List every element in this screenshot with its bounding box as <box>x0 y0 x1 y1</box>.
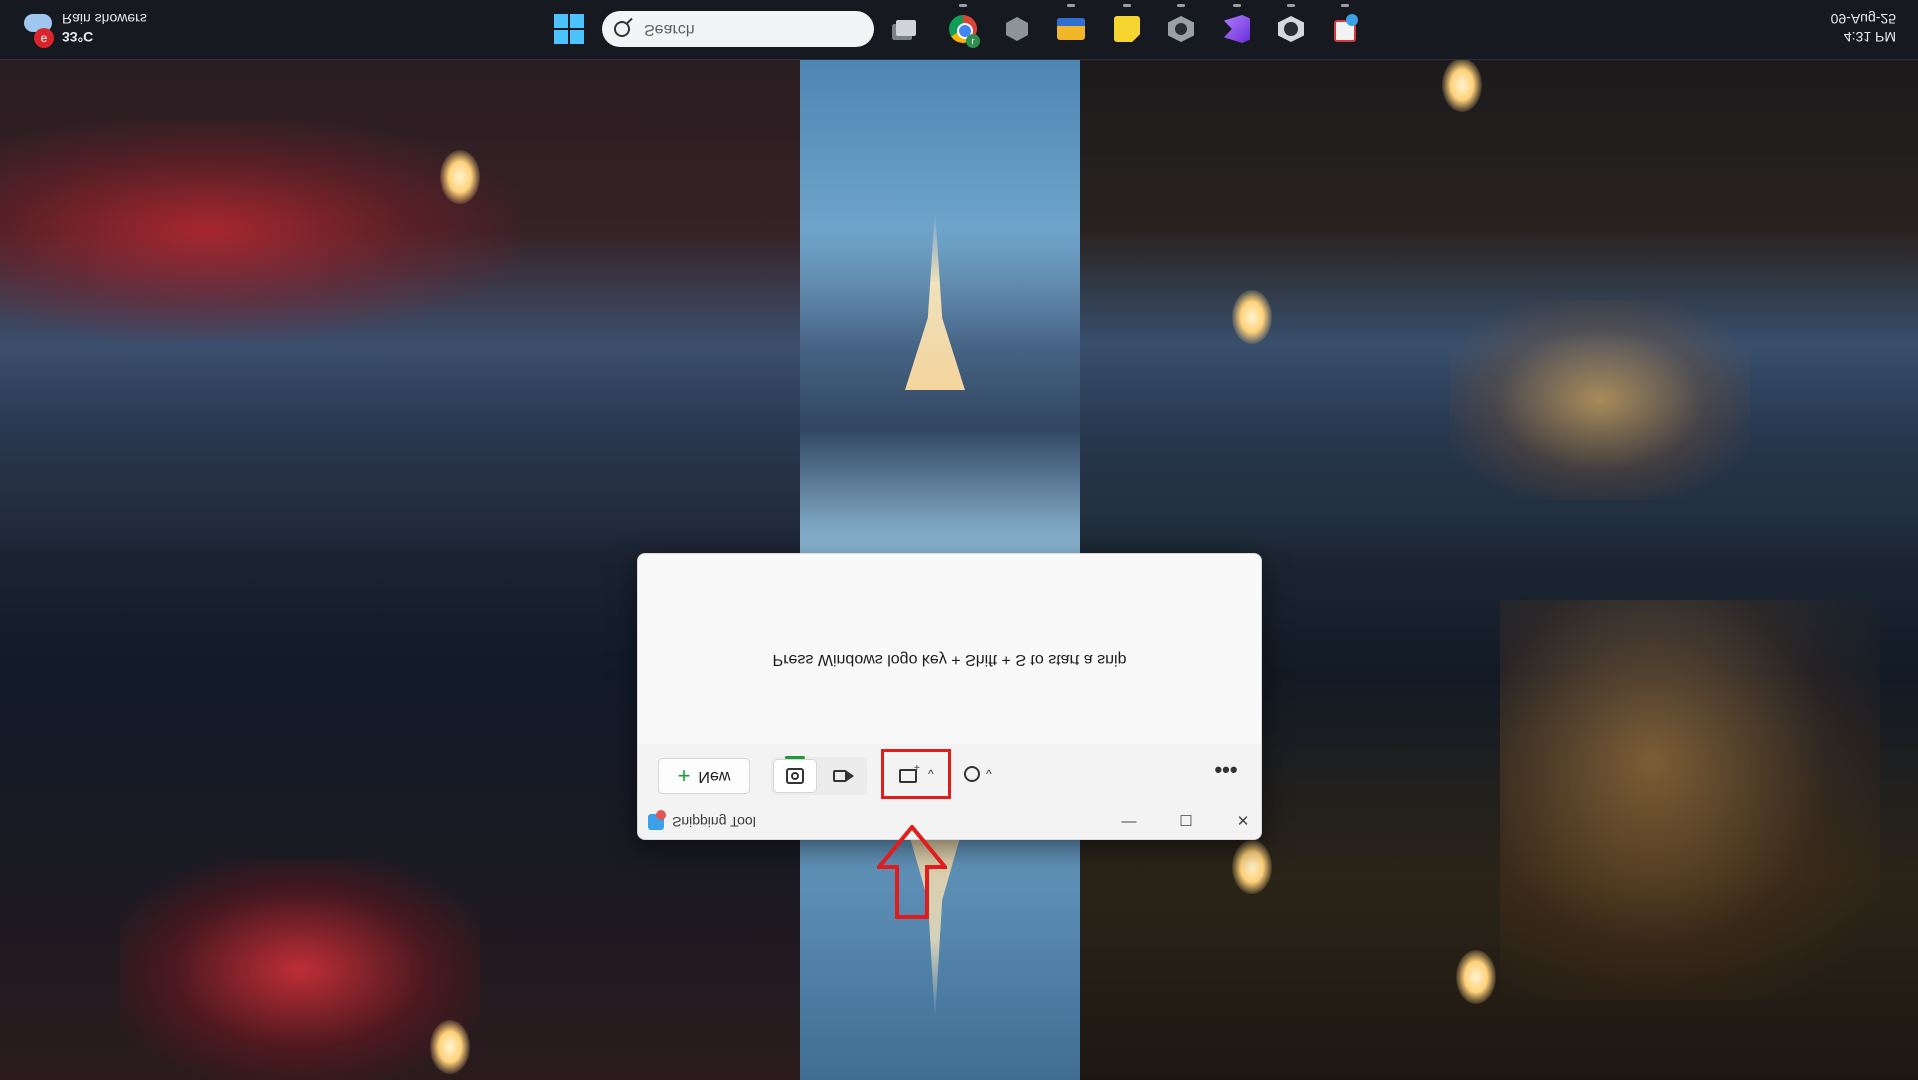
system-clock[interactable]: 09-Aug-25 4:31 PM <box>1831 10 1896 46</box>
new-snip-label: New <box>698 768 731 785</box>
visual-studio-taskbar-button[interactable] <box>1220 4 1254 46</box>
search-placeholder: Search <box>644 21 695 38</box>
street-lamp <box>430 1020 470 1074</box>
start-button[interactable] <box>554 14 584 44</box>
chevron-up-icon: ^ <box>986 767 992 781</box>
capture-mode-toggle <box>771 756 867 795</box>
file-explorer-taskbar-button[interactable] <box>1054 4 1088 46</box>
more-options-button[interactable]: ••• <box>1209 757 1243 791</box>
weather-temperature: 33°C <box>62 29 94 45</box>
snip-title-bar[interactable]: Snipping Tool — ☐ ✕ <box>638 804 1261 839</box>
sparkle-icon: + <box>914 763 920 774</box>
windows-logo-icon <box>554 14 568 28</box>
new-snip-button[interactable]: + New <box>658 758 750 794</box>
taskbar: e Rain showers 33°C Search r 09-Aug-25 4… <box>0 0 1918 60</box>
search-icon <box>614 21 630 37</box>
street-lamp <box>1232 290 1272 344</box>
weather-condition: Rain showers <box>62 11 147 27</box>
snipping-tool-taskbar-button[interactable] <box>1328 4 1362 46</box>
record-mode-button[interactable] <box>823 759 865 793</box>
close-button[interactable]: ✕ <box>1220 808 1261 836</box>
plus-icon: + <box>677 763 691 788</box>
desktop-wallpaper <box>0 0 1918 1080</box>
wallpaper-warm-light-lower <box>1500 600 1880 1000</box>
snipping-tool-app-icon <box>648 810 666 830</box>
snip-shape-dropdown[interactable]: + ^ <box>881 749 951 799</box>
clock-date: 09-Aug-25 <box>1830 11 1896 27</box>
snip-toolbar: + New + ^ ^ ••• <box>638 744 1261 804</box>
street-lamp <box>1456 950 1496 1004</box>
timer-icon <box>964 766 980 782</box>
hex-app-taskbar-button[interactable] <box>1164 4 1198 46</box>
wallpaper-red-glow-lower <box>120 860 480 1080</box>
annotation-arrow <box>877 825 947 919</box>
video-camera-icon <box>833 770 847 782</box>
snip-hint-text: Press Windows logo key + Shift + S to st… <box>772 651 1127 668</box>
wallpaper-red-glow <box>0 120 520 340</box>
chevron-up-icon: ^ <box>928 767 934 781</box>
weather-widget[interactable]: e Rain showers 33°C <box>22 10 147 48</box>
sticky-notes-icon <box>1114 16 1140 42</box>
settings-taskbar-button[interactable] <box>1274 4 1308 46</box>
minimize-button[interactable]: — <box>1106 808 1152 836</box>
snip-delay-dropdown[interactable]: ^ <box>958 757 1006 791</box>
cube-icon <box>1006 17 1028 41</box>
wallpaper-warm-light <box>1450 300 1750 500</box>
street-lamp <box>440 150 480 204</box>
chrome-taskbar-button[interactable]: r <box>946 4 980 48</box>
street-lamp <box>1442 58 1482 112</box>
cube-app-taskbar-button[interactable] <box>1000 12 1034 46</box>
weather-badge: e <box>34 28 54 48</box>
snipping-tool-window: Press Windows logo key + Shift + S to st… <box>637 553 1262 840</box>
visual-studio-icon <box>1224 15 1250 43</box>
maximize-button[interactable]: ☐ <box>1163 808 1209 836</box>
clock-time: 4:31 PM <box>1843 29 1896 45</box>
task-view-button[interactable] <box>890 12 924 46</box>
window-title: Snipping Tool <box>672 814 756 830</box>
snip-content-area: Press Windows logo key + Shift + S to st… <box>638 554 1261 745</box>
rain-cloud-icon: e <box>22 10 56 48</box>
snip-mode-button[interactable] <box>773 756 817 793</box>
street-lamp <box>1232 840 1272 894</box>
taskbar-search-box[interactable]: Search <box>602 11 874 47</box>
chrome-profile-badge: r <box>966 34 980 48</box>
sticky-notes-taskbar-button[interactable] <box>1110 4 1144 46</box>
